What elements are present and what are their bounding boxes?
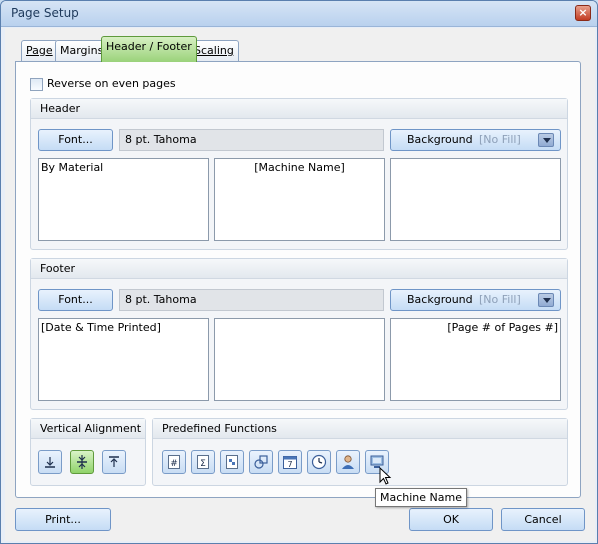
close-button[interactable]: × (575, 5, 591, 21)
footer-background-label: Background (407, 293, 473, 306)
header-footer-panel: Reverse on even pages Header Font... 8 p… (15, 61, 581, 498)
footer-center-textarea[interactable] (214, 318, 385, 401)
date-time-printed-button[interactable] (220, 450, 244, 474)
header-background-value: [No Fill] (479, 133, 521, 146)
chevron-down-icon[interactable] (538, 133, 554, 147)
chevron-down-icon[interactable] (538, 293, 554, 307)
align-top-button[interactable] (102, 450, 126, 474)
header-group-title: Header (31, 99, 567, 119)
header-group: Header Font... 8 pt. Tahoma Background [… (30, 98, 568, 250)
clock-icon (311, 454, 327, 470)
align-center-icon (77, 455, 87, 469)
header-center-textarea[interactable]: [Machine Name] (214, 158, 385, 241)
svg-text:Σ: Σ (200, 459, 206, 469)
user-name-button[interactable] (336, 450, 360, 474)
footer-font-button[interactable]: Font... (38, 289, 113, 311)
header-left-textarea[interactable]: By Material (38, 158, 209, 241)
footer-background-value: [No Fill] (479, 293, 521, 306)
footer-group-title: Footer (31, 259, 567, 279)
page-number-button[interactable]: # (162, 450, 186, 474)
header-font-value: 8 pt. Tahoma (119, 129, 384, 151)
predefined-functions-group: Predefined Functions # Σ 7 (152, 418, 568, 486)
calendar-icon: 7 (283, 456, 297, 469)
align-bottom-icon (45, 457, 55, 468)
align-center-button[interactable] (70, 450, 94, 474)
footer-right-textarea[interactable]: [Page # of Pages #] (390, 318, 561, 401)
dialog-body: Page Margins Header / Footer Scaling Rev… (5, 28, 595, 541)
predefined-functions-title: Predefined Functions (153, 419, 567, 439)
header-font-button[interactable]: Font... (38, 129, 113, 151)
header-background-button[interactable]: Background [No Fill] (390, 129, 561, 151)
reverse-even-pages-label[interactable]: Reverse on even pages (47, 77, 176, 90)
ok-button[interactable]: OK (409, 508, 493, 531)
vertical-alignment-title: Vertical Alignment (31, 419, 145, 439)
clock-button[interactable] (307, 450, 331, 474)
header-right-textarea[interactable] (390, 158, 561, 241)
shapes-icon (254, 455, 268, 469)
user-icon (342, 455, 354, 469)
header-background-label: Background (407, 133, 473, 146)
mouse-pointer-icon (379, 467, 392, 485)
reverse-even-pages-checkbox[interactable] (30, 78, 43, 91)
window-title: Page Setup (11, 6, 79, 20)
page-count-icon: Σ (197, 455, 209, 469)
print-button[interactable]: Print... (15, 508, 111, 531)
svg-text:7: 7 (287, 460, 292, 469)
align-bottom-button[interactable] (38, 450, 62, 474)
calendar-button[interactable]: 7 (278, 450, 302, 474)
shapes-button[interactable] (249, 450, 273, 474)
vertical-alignment-group: Vertical Alignment (30, 418, 146, 486)
title-bar: Page Setup × (1, 1, 597, 27)
date-time-printed-icon (226, 455, 238, 469)
page-count-button[interactable]: Σ (191, 450, 215, 474)
footer-background-button[interactable]: Background [No Fill] (390, 289, 561, 311)
tab-header-footer[interactable]: Header / Footer (101, 36, 197, 62)
align-top-icon (109, 456, 119, 467)
cancel-button[interactable]: Cancel (501, 508, 585, 531)
footer-left-textarea[interactable]: [Date & Time Printed] (38, 318, 209, 401)
svg-text:#: # (170, 459, 178, 469)
page-number-icon: # (168, 455, 180, 469)
footer-font-value: 8 pt. Tahoma (119, 289, 384, 311)
footer-group: Footer Font... 8 pt. Tahoma Background [… (30, 258, 568, 410)
machine-name-tooltip: Machine Name (375, 488, 467, 507)
page-setup-dialog: Page Setup × Page Margins Header / Foote… (0, 0, 598, 544)
tab-page[interactable]: Page (21, 40, 58, 61)
